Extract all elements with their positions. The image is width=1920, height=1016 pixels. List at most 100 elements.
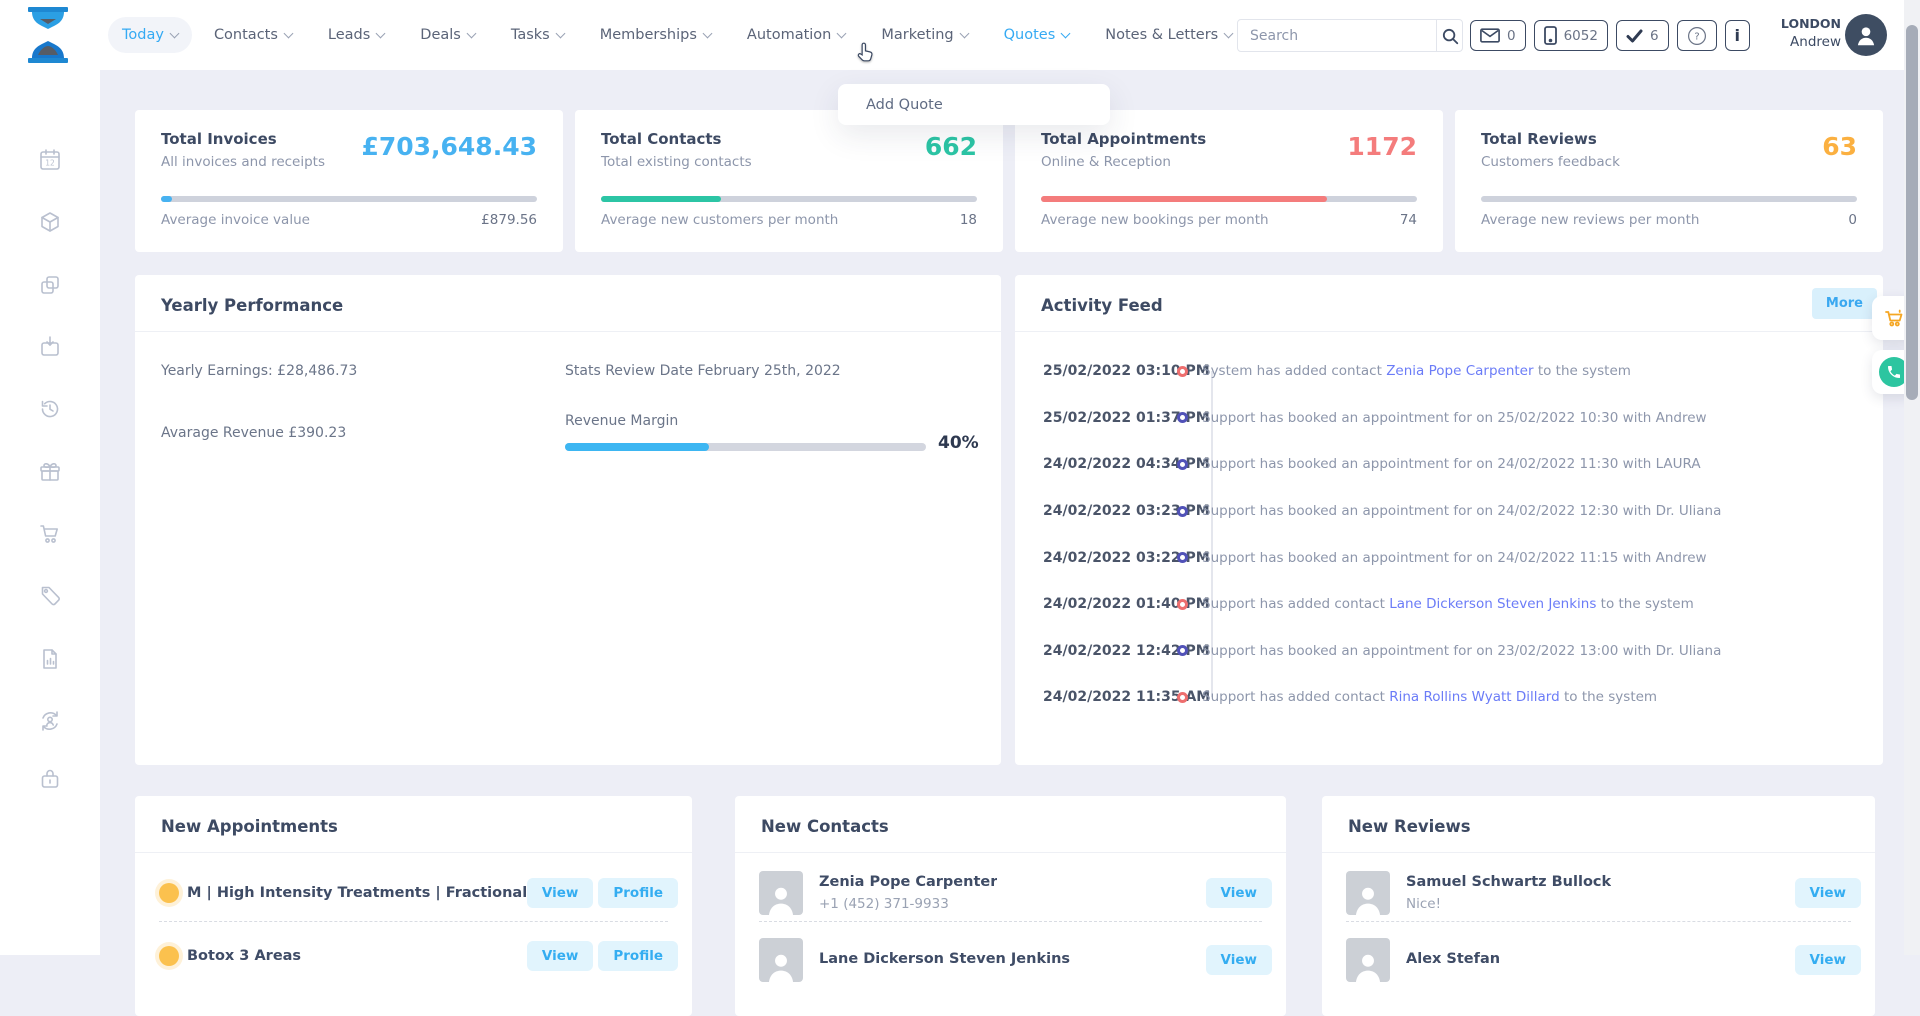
appointment-status-dot — [159, 946, 179, 966]
stat-footer-value: 0 — [1848, 212, 1857, 228]
avatar — [759, 871, 803, 915]
search-input[interactable] — [1238, 20, 1436, 51]
history-icon[interactable] — [29, 388, 71, 430]
stat-value: 662 — [925, 132, 977, 161]
nav-item-memberships[interactable]: Memberships — [586, 17, 725, 53]
nav-item-label: Automation — [747, 27, 831, 43]
report-document-icon[interactable] — [29, 638, 71, 680]
stat-progress-bar — [161, 196, 537, 202]
view-button[interactable]: View — [1206, 945, 1272, 975]
page-scrollbar — [1904, 0, 1920, 955]
nav-item-label: Leads — [328, 27, 370, 43]
chevron-down-icon — [169, 28, 179, 38]
stat-card-total-reviews: Total Reviews Customers feedback 63 Aver… — [1455, 110, 1883, 252]
lock-icon[interactable] — [29, 758, 71, 800]
cart-icon[interactable] — [29, 513, 71, 555]
chevron-down-icon — [959, 28, 969, 38]
nav-item-today[interactable]: Today — [108, 17, 192, 53]
nav-item-deals[interactable]: Deals — [406, 17, 489, 53]
stat-progress-bar — [1481, 196, 1857, 202]
user-sync-icon[interactable] — [29, 700, 71, 742]
chevron-down-icon — [376, 28, 386, 38]
calendar-import-icon[interactable] — [29, 326, 71, 368]
feed-item: 24/02/2022 12:42 PM Support has booked a… — [1015, 628, 1867, 675]
nav-item-label: Quotes — [1004, 27, 1056, 43]
revenue-margin-bar — [565, 443, 926, 451]
nav-item-contacts[interactable]: Contacts — [200, 17, 306, 53]
left-sidebar: 12 — [0, 70, 100, 955]
nav-item-quotes[interactable]: Quotes — [990, 17, 1084, 53]
location-label: LONDON — [1745, 16, 1841, 33]
mail-badge-button[interactable]: 0 — [1470, 20, 1526, 51]
view-button[interactable]: View — [527, 941, 593, 971]
view-button[interactable]: View — [1795, 945, 1861, 975]
yearly-performance-panel: Yearly Performance Yearly Earnings: £28,… — [135, 275, 1001, 765]
more-button[interactable]: More — [1812, 288, 1877, 319]
reviewer-name: Alex Stefan — [1406, 949, 1500, 971]
view-button[interactable]: View — [1206, 878, 1272, 908]
stat-footer-label: Average invoice value — [161, 212, 310, 228]
feed-text: Support has booked an appointment for on… — [1202, 503, 1721, 519]
contact-row: Zenia Pope Carpenter +1 (452) 371-9933 V… — [759, 866, 1272, 920]
nav-item-automation[interactable]: Automation — [733, 17, 859, 53]
search-button[interactable] — [1436, 20, 1462, 51]
phone-count: 6052 — [1564, 28, 1598, 44]
mail-icon — [1480, 28, 1500, 43]
nav-item-label: Today — [122, 27, 164, 43]
phone-badge-button[interactable]: 6052 — [1534, 20, 1608, 51]
stat-subtitle: All invoices and receipts — [161, 154, 325, 170]
tasks-badge-button[interactable]: 6 — [1616, 20, 1669, 51]
gift-icon[interactable] — [29, 451, 71, 493]
nav-item-tasks[interactable]: Tasks — [497, 17, 578, 53]
view-button[interactable]: View — [527, 878, 593, 908]
contact-link[interactable]: Lane Dickerson Steven Jenkins — [1389, 596, 1596, 612]
price-tag-icon[interactable] — [29, 575, 71, 617]
profile-button[interactable]: Profile — [598, 941, 678, 971]
appointment-row: Botox 3 Areas View Profile — [159, 933, 678, 979]
nav-item-label: Contacts — [214, 27, 278, 43]
user-avatar[interactable] — [1845, 14, 1887, 56]
stat-card-total-invoices: Total Invoices All invoices and receipts… — [135, 110, 563, 252]
main-nav: Today Contacts Leads Deals Tasks Members… — [108, 0, 1314, 70]
nav-item-leads[interactable]: Leads — [314, 17, 398, 53]
feed-text: Support has booked an appointment for on… — [1202, 410, 1707, 426]
appointment-name: Botox 3 Areas — [187, 948, 301, 964]
user-location-block: LONDON Andrew — [1745, 16, 1841, 51]
dashed-divider — [1346, 921, 1851, 922]
reviewer-name: Samuel Schwartz Bullock — [1406, 872, 1611, 894]
contact-link[interactable]: Rina Rollins Wyatt Dillard — [1389, 689, 1559, 705]
checkmark-icon — [1626, 29, 1643, 43]
feed-text: System has added contact Zenia Pope Carp… — [1202, 363, 1631, 379]
view-button[interactable]: View — [1795, 878, 1861, 908]
contact-link[interactable]: Zenia Pope Carpenter — [1386, 363, 1533, 379]
divider — [135, 852, 692, 853]
windows-copy-icon[interactable] — [29, 264, 71, 306]
feed-text: Support has added contact Lane Dickerson… — [1202, 596, 1694, 612]
stat-title: Total Contacts — [601, 130, 721, 148]
scrollbar-thumb[interactable] — [1906, 25, 1918, 400]
topbar-badges: 0 6052 6 ? i — [1470, 20, 1750, 51]
stat-value: £703,648.43 — [361, 132, 537, 161]
app-logo-icon[interactable] — [22, 7, 74, 63]
user-icon — [1853, 22, 1879, 48]
calendar-icon[interactable]: 12 — [29, 139, 71, 181]
add-quote-menu-item[interactable]: Add Quote — [838, 97, 1110, 113]
feed-item: 24/02/2022 11:35 AM Support has added co… — [1015, 674, 1867, 721]
help-button[interactable]: ? — [1677, 20, 1717, 51]
stat-footer-value: 74 — [1400, 212, 1417, 228]
feed-text: Support has booked an appointment for on… — [1202, 550, 1707, 566]
nav-item-marketing[interactable]: Marketing — [867, 17, 981, 53]
top-navbar: Today Contacts Leads Deals Tasks Members… — [0, 0, 1920, 70]
stat-footer-value: 18 — [960, 212, 977, 228]
feed-item: 24/02/2022 01:40 PM Support has added co… — [1015, 581, 1867, 628]
feed-item: 24/02/2022 03:23 PM Support has booked a… — [1015, 488, 1867, 535]
package-icon[interactable] — [29, 201, 71, 243]
chevron-down-icon — [837, 28, 847, 38]
stat-subtitle: Customers feedback — [1481, 154, 1620, 170]
mobile-phone-icon — [1544, 26, 1557, 45]
profile-button[interactable]: Profile — [598, 878, 678, 908]
nav-item-notes-letters[interactable]: Notes & Letters — [1091, 17, 1246, 53]
stat-subtitle: Total existing contacts — [601, 154, 752, 170]
divider — [1322, 852, 1875, 853]
mouse-cursor-hand-icon — [855, 41, 877, 63]
